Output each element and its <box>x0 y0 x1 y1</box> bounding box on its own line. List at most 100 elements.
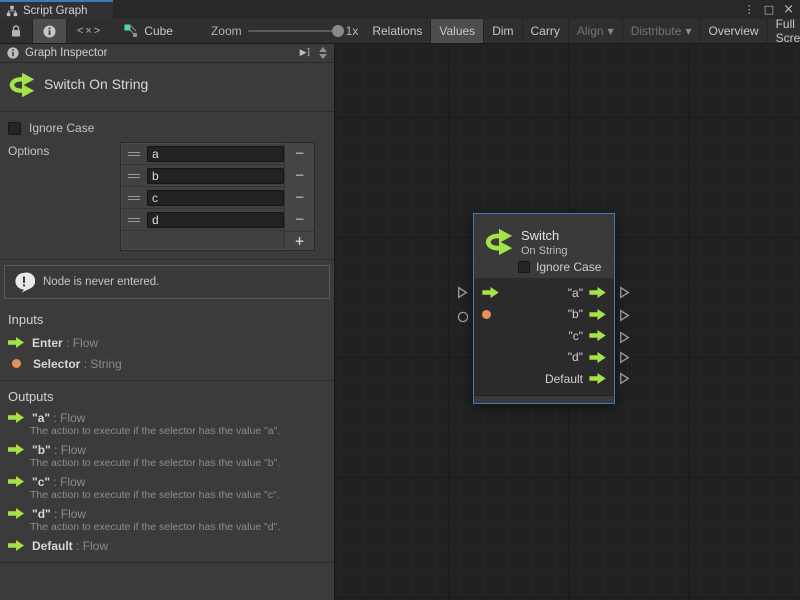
input-type: Flow <box>73 336 98 350</box>
script-graph-window: Script Graph ⋮ □ × <×> <box>0 0 800 600</box>
flow-arrow-icon <box>8 540 24 551</box>
input-row: Enter : Flow <box>8 336 334 349</box>
node-header[interactable]: Switch On String Ignore Case <box>474 214 614 278</box>
inspector-title: Graph Inspector <box>25 47 294 59</box>
output-b-port-icon[interactable] <box>589 309 606 320</box>
code-icon: <×> <box>77 25 102 37</box>
output-default-port-icon[interactable] <box>589 373 606 384</box>
output-name: "b" <box>32 443 51 457</box>
input-name: Selector <box>33 357 80 371</box>
selector-port-icon[interactable] <box>482 310 491 319</box>
switch-on-string-node[interactable]: Switch On String Ignore Case "a" <box>473 213 615 404</box>
option-input[interactable]: d <box>147 212 284 228</box>
drag-handle-icon[interactable] <box>121 174 147 178</box>
node-ignore-case-label: Ignore Case <box>536 260 601 274</box>
add-option-button[interactable]: + <box>284 231 314 250</box>
output-port-label: "d" <box>568 350 583 364</box>
node-port-row: "b" <box>474 304 614 326</box>
output-name: "a" <box>32 411 50 425</box>
output-name: "d" <box>32 507 51 521</box>
drag-handle-icon[interactable] <box>121 218 147 222</box>
output-a-port-icon[interactable] <box>589 287 606 298</box>
relations-button[interactable]: Relations <box>364 19 431 43</box>
distribute-dropdown[interactable]: Distribute ▼ <box>623 19 701 43</box>
chevron-down-icon: ▼ <box>608 27 614 36</box>
values-button[interactable]: Values <box>431 19 484 43</box>
lock-icon <box>10 25 22 38</box>
zoom-label: Zoom <box>211 24 242 38</box>
remove-option-button[interactable]: − <box>284 143 314 165</box>
separator: : <box>50 411 60 425</box>
output-type: Flow <box>61 507 86 521</box>
graph-inspector-panel: Graph Inspector ▶] Switch On String Igno… <box>0 44 335 600</box>
option-input[interactable]: c <box>147 190 284 206</box>
option-row: c − <box>121 187 314 209</box>
info-icon <box>43 25 56 38</box>
spin-down-icon[interactable] <box>319 54 327 59</box>
distribute-label: Distribute <box>631 24 682 38</box>
enter-port-icon[interactable] <box>482 287 499 298</box>
outputs-header: Outputs <box>8 389 334 405</box>
overview-label: Overview <box>709 24 759 38</box>
carry-label: Carry <box>531 24 560 38</box>
ignore-case-checkbox[interactable] <box>8 122 21 135</box>
output-d-connector-icon[interactable] <box>619 351 630 364</box>
fullscreen-button[interactable]: Full Screen <box>768 19 800 43</box>
flow-arrow-icon <box>8 444 24 455</box>
dim-button[interactable]: Dim <box>484 19 522 43</box>
input-name: Enter <box>32 336 63 350</box>
flow-arrow-icon <box>8 337 24 348</box>
drag-handle-icon[interactable] <box>121 196 147 200</box>
node-ignore-case-checkbox[interactable] <box>518 261 530 273</box>
graph-owner-item[interactable]: Cube <box>118 19 179 43</box>
dim-label: Dim <box>492 24 513 38</box>
output-default-connector-icon[interactable] <box>619 372 630 385</box>
option-row: b − <box>121 165 314 187</box>
carry-button[interactable]: Carry <box>523 19 569 43</box>
output-b-connector-icon[interactable] <box>619 309 630 322</box>
spin-up-icon[interactable] <box>319 47 327 52</box>
relations-label: Relations <box>372 24 422 38</box>
separator: : <box>80 357 90 371</box>
graph-owner-icon <box>124 24 138 38</box>
maximize-icon[interactable]: □ <box>764 0 774 19</box>
lock-button[interactable] <box>0 19 33 43</box>
graph-canvas[interactable]: Switch On String Ignore Case "a" <box>335 44 800 600</box>
selector-port-connector-icon[interactable] <box>457 311 469 323</box>
code-preview-button[interactable]: <×> <box>67 19 112 43</box>
remove-option-button[interactable]: − <box>284 209 314 231</box>
output-a-connector-icon[interactable] <box>619 286 630 299</box>
dock-panel-icon[interactable]: ▶] <box>300 48 310 58</box>
node-body: "a" "b" "c" <box>474 278 614 390</box>
inspector-toggle-button[interactable] <box>33 19 67 43</box>
output-d-port-icon[interactable] <box>589 352 606 363</box>
separator: : <box>51 443 61 457</box>
output-row: "d" : Flow <box>8 507 334 520</box>
output-row: Default : Flow <box>8 539 334 552</box>
output-description: The action to execute if the selector ha… <box>30 425 334 437</box>
enter-port-connector-icon[interactable] <box>457 286 468 299</box>
output-port-label: Default <box>545 372 583 386</box>
zoom-slider-knob[interactable] <box>332 25 344 37</box>
node-resize-handle[interactable] <box>474 395 614 403</box>
output-c-port-icon[interactable] <box>589 330 606 341</box>
zoom-slider[interactable] <box>248 30 340 32</box>
fullscreen-label: Full Screen <box>776 17 800 45</box>
flow-arrow-icon <box>8 476 24 487</box>
inspector-header: Graph Inspector ▶] <box>0 44 334 63</box>
output-c-connector-icon[interactable] <box>619 331 630 344</box>
node-port-row: "d" <box>474 347 614 369</box>
switch-icon <box>8 71 36 99</box>
tab-script-graph[interactable]: Script Graph <box>0 0 113 19</box>
drag-handle-icon[interactable] <box>121 152 147 156</box>
options-list: a − b − c − d <box>120 142 315 251</box>
window-menu-icon[interactable]: ⋮ <box>744 0 755 19</box>
option-input[interactable]: b <box>147 168 284 184</box>
align-dropdown[interactable]: Align ▼ <box>569 19 623 43</box>
option-input[interactable]: a <box>147 146 284 162</box>
remove-option-button[interactable]: − <box>284 165 314 187</box>
flow-arrow-icon <box>8 508 24 519</box>
overview-button[interactable]: Overview <box>701 19 768 43</box>
remove-option-button[interactable]: − <box>284 187 314 209</box>
output-type: Flow <box>61 443 86 457</box>
